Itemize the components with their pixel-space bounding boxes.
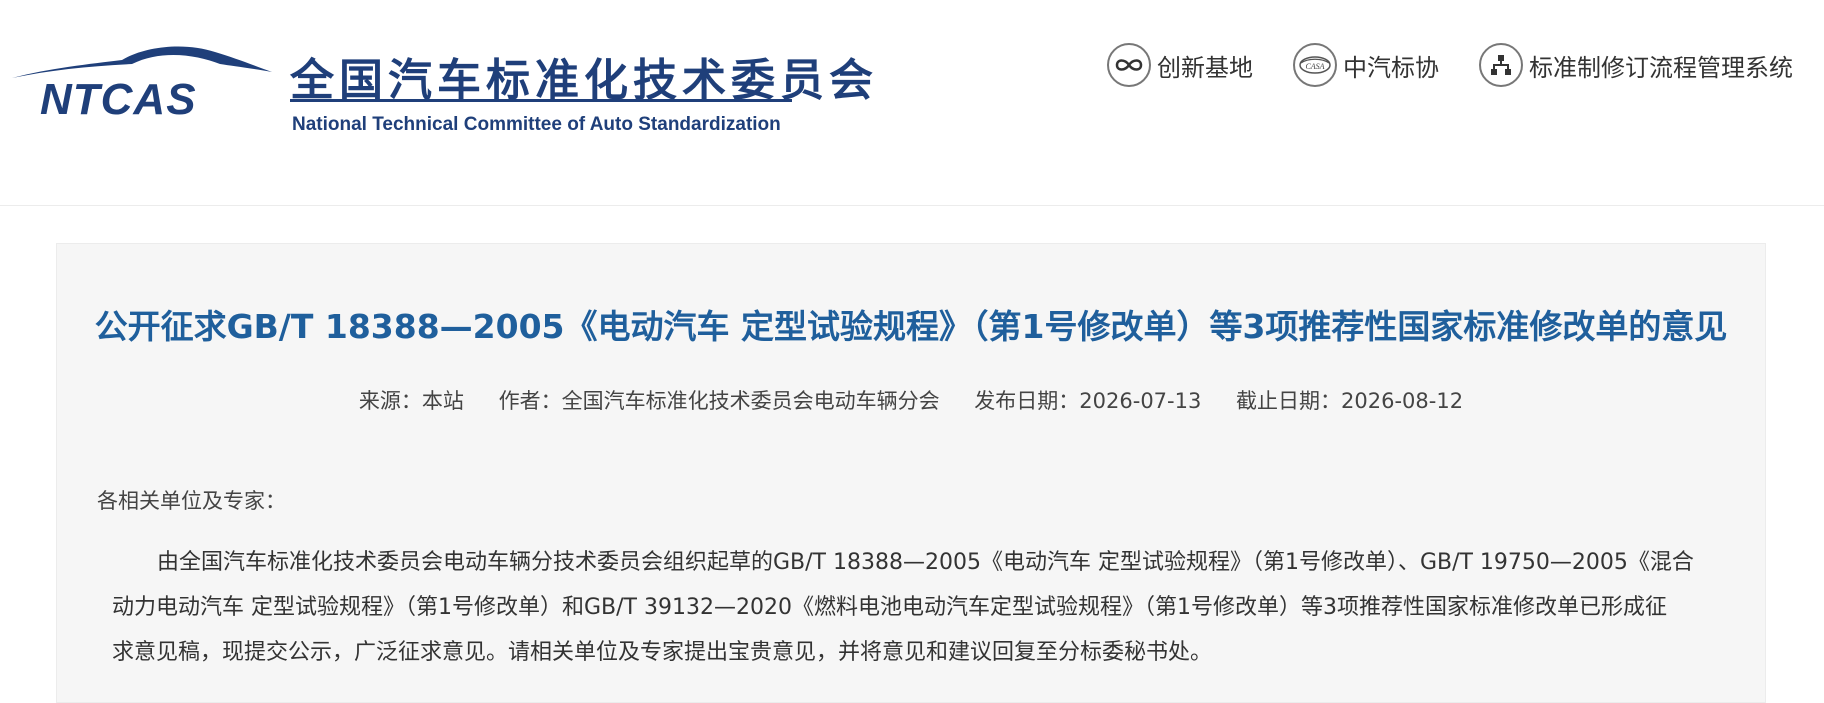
body-line: 求意见稿，现提交公示，广泛征求意见。请相关单位及专家提出宝贵意见，并将意见和建议… (112, 640, 1213, 665)
link-innovation-base[interactable]: 创新基地 (1107, 43, 1253, 87)
meta-deadline: 截止日期：2026-08-12 (1236, 389, 1464, 413)
article-body: 由全国汽车标准化技术委员会电动车辆分技术委员会组织起草的GB/T 18388—2… (112, 540, 1762, 675)
ntcas-logo-graphic: NTCAS (12, 46, 272, 120)
flowchart-icon (1479, 43, 1523, 87)
svg-text:CASA: CASA (1305, 62, 1324, 71)
salutation: 各相关单位及专家： (97, 489, 286, 513)
article-title: 公开征求GB/T 18388—2005《电动汽车 定型试验规程》（第1号修改单）… (94, 307, 1728, 346)
body-line: 由全国汽车标准化技术委员会电动车辆分技术委员会组织起草的GB/T 18388—2… (157, 550, 1694, 575)
link-standard-system-label: 标准制修订流程管理系统 (1529, 53, 1793, 82)
article-meta: 来源：本站 作者：全国汽车标准化技术委员会电动车辆分会 发布日期：2026-07… (57, 385, 1765, 415)
link-innovation-base-label: 创新基地 (1157, 53, 1253, 82)
title-divider (290, 99, 792, 102)
link-casa-label: 中汽标协 (1343, 53, 1439, 82)
article-card: 公开征求GB/T 18388—2005《电动汽车 定型试验规程》（第1号修改单）… (56, 243, 1766, 703)
ntcas-logo[interactable]: NTCAS (10, 42, 275, 120)
infinity-icon (1107, 43, 1151, 87)
casa-logo-icon: CASA (1293, 43, 1337, 87)
link-casa[interactable]: CASA 中汽标协 (1293, 43, 1439, 87)
meta-author: 作者：全国汽车标准化技术委员会电动车辆分会 (498, 389, 940, 413)
meta-publish-date: 发布日期：2026-07-13 (974, 389, 1202, 413)
logo-wordmark: NTCAS (40, 75, 197, 120)
meta-source: 来源：本站 (358, 389, 464, 413)
body-line: 动力电动汽车 定型试验规程》（第1号修改单）和GB/T 39132—2020《燃… (112, 595, 1667, 620)
site-header: NTCAS 全国汽车标准化技术委员会 National Technical Co… (0, 0, 1824, 206)
site-title-en: National Technical Committee of Auto Sta… (292, 114, 781, 135)
link-standard-system[interactable]: 标准制修订流程管理系统 (1479, 43, 1793, 87)
